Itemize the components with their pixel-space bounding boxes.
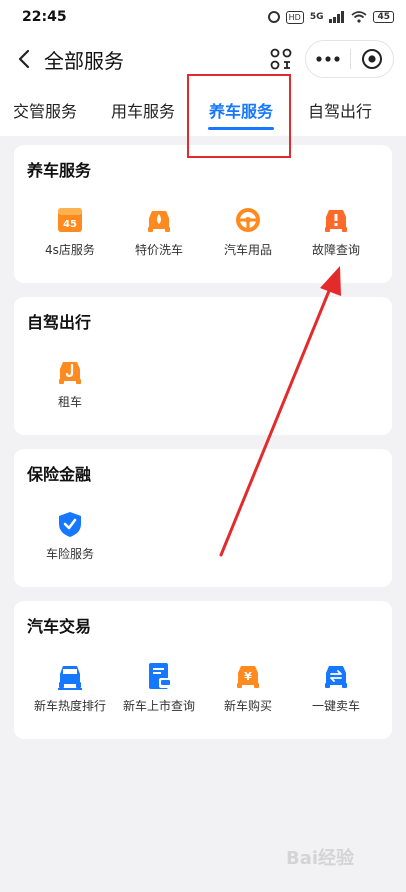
car-fault-icon bbox=[325, 210, 347, 232]
car-sell-icon bbox=[325, 666, 347, 688]
network-label: 5G bbox=[309, 12, 324, 22]
service-one-click-sell[interactable]: 一键卖车 bbox=[291, 661, 381, 714]
service-label: 一键卖车 bbox=[311, 699, 360, 713]
service-label: 汽车用品 bbox=[223, 243, 272, 257]
service-fault-query[interactable]: 故障查询 bbox=[291, 205, 381, 258]
nav-header: 全部服务 bbox=[0, 34, 406, 84]
car-ranking-icon bbox=[58, 666, 82, 690]
active-tab-indicator bbox=[208, 127, 274, 130]
tab-car-maintenance-services[interactable]: 养车服务 bbox=[209, 98, 273, 122]
service-label: 租车 bbox=[57, 395, 82, 409]
scan-icon[interactable] bbox=[264, 42, 298, 76]
section-title: 保险金融 bbox=[27, 465, 92, 484]
wifi-icon bbox=[351, 11, 368, 23]
tab-car-use-services[interactable]: 用车服务 bbox=[111, 98, 175, 122]
section-card-self-drive: 自驾出行 租车 bbox=[14, 297, 392, 435]
service-4s-store[interactable]: 45 4s店服务 bbox=[25, 205, 115, 258]
car-wash-icon bbox=[148, 211, 170, 232]
service-car-insurance[interactable]: 车险服务 bbox=[25, 509, 115, 562]
more-dots-icon bbox=[316, 56, 340, 62]
back-chevron-icon[interactable] bbox=[14, 48, 36, 70]
service-car-wash[interactable]: 特价洗车 bbox=[114, 205, 204, 258]
section-card-insurance-finance: 保险金融 车险服务 bbox=[14, 449, 392, 587]
service-new-car-launch-query[interactable]: 新车上市查询 bbox=[114, 661, 204, 714]
status-bar: 22:45 HD 5G 45 bbox=[0, 0, 406, 34]
service-label: 故障查询 bbox=[311, 243, 360, 257]
section-card-car-trading: 汽车交易 新车热度排行 新车上市查询 ¥ 新车购买 一键卖车 bbox=[14, 601, 392, 739]
service-label: 4s店服务 bbox=[45, 243, 95, 257]
section-title: 养车服务 bbox=[27, 161, 92, 180]
svg-text:45: 45 bbox=[63, 219, 77, 230]
more-button[interactable] bbox=[306, 41, 350, 77]
category-tabs: 交管服务 用车服务 养车服务 自驾出行 bbox=[0, 84, 406, 136]
miniapp-close-icon bbox=[361, 49, 382, 69]
close-miniapp-button[interactable] bbox=[350, 41, 393, 77]
section-card-car-maintenance: 养车服务 45 4s店服务 特价洗车 汽车用品 故障查询 bbox=[14, 145, 392, 283]
service-new-car-purchase[interactable]: ¥ 新车购买 bbox=[203, 661, 293, 714]
service-car-rental[interactable]: 租车 bbox=[25, 357, 115, 410]
status-time: 22:45 bbox=[22, 9, 67, 25]
miniapp-capsule bbox=[305, 40, 394, 78]
status-icons: HD 5G 45 bbox=[267, 10, 394, 24]
svg-text:¥: ¥ bbox=[244, 670, 252, 683]
service-car-accessories[interactable]: 汽车用品 bbox=[203, 205, 293, 258]
hd-icon: HD bbox=[285, 10, 304, 24]
alarm-icon bbox=[267, 11, 280, 23]
watermark-logo: Bai经验 bbox=[286, 848, 355, 869]
section-title: 自驾出行 bbox=[27, 313, 92, 332]
car-rental-icon bbox=[59, 362, 81, 384]
signal-icon bbox=[329, 11, 345, 23]
tab-self-drive[interactable]: 自驾出行 bbox=[308, 98, 372, 122]
page-title: 全部服务 bbox=[44, 49, 124, 73]
service-label: 车险服务 bbox=[45, 547, 94, 561]
service-label: 新车上市查询 bbox=[122, 699, 195, 713]
service-label: 新车热度排行 bbox=[33, 699, 106, 713]
steering-wheel-icon bbox=[236, 208, 260, 232]
tab-traffic-services[interactable]: 交管服务 bbox=[13, 98, 77, 122]
section-title: 汽车交易 bbox=[27, 617, 92, 636]
insurance-shield-icon bbox=[59, 512, 81, 537]
4s-store-icon: 45 bbox=[58, 208, 82, 232]
new-car-doc-icon bbox=[149, 663, 172, 689]
service-label: 特价洗车 bbox=[134, 243, 183, 257]
battery-icon: 45 bbox=[373, 11, 394, 23]
car-buy-icon: ¥ bbox=[237, 666, 259, 688]
service-label: 新车购买 bbox=[223, 699, 272, 713]
service-new-car-ranking[interactable]: 新车热度排行 bbox=[25, 661, 115, 714]
